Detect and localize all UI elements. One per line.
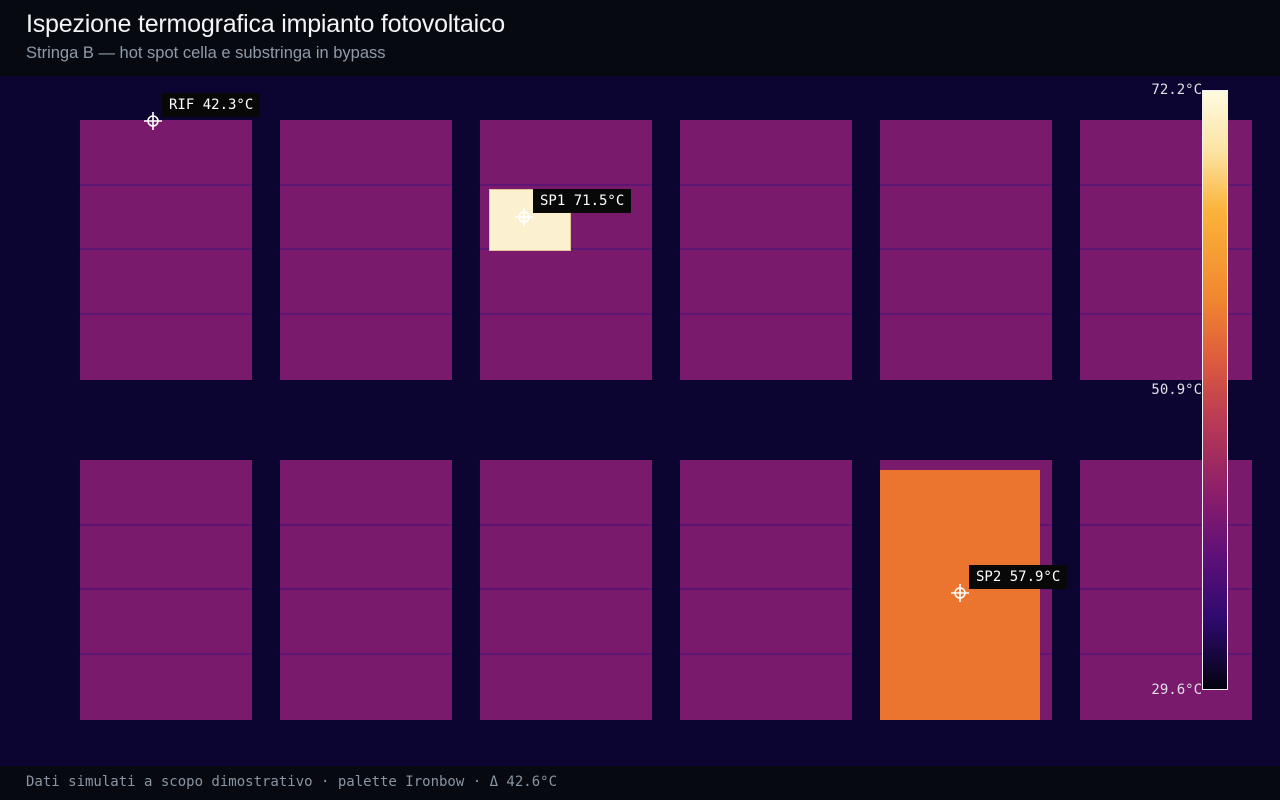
cell-row-divider [880,184,1052,186]
pv-panel [80,120,252,380]
pv-panel [480,120,652,380]
cell-row-divider [680,524,852,526]
cell-row-divider [80,184,252,186]
pv-panel [280,120,452,380]
pv-panel [880,120,1052,380]
cell-row-divider [480,313,652,315]
crosshair-icon [515,208,533,226]
crosshair-icon-rif[interactable] [144,112,162,130]
cell-row-divider [480,184,652,186]
cell-row-divider [280,184,452,186]
pv-panel [80,460,252,720]
cell-row-divider [680,588,852,590]
marker-label-rif: RIF 42.3°C [162,93,261,117]
cell-row-divider [880,248,1052,250]
pv-panel [680,120,852,380]
cell-row-divider [80,248,252,250]
crosshair-icon [144,112,162,130]
footer-note: Dati simulati a scopo dimostrativo · pal… [26,774,558,790]
cell-row-divider [80,524,252,526]
page-subtitle: Stringa B — hot spot cella e substringa … [26,44,386,62]
pv-panel [480,460,652,720]
cell-row-divider [680,313,852,315]
thermal-image: RIF 42.3°C SP1 71.5°C SP2 57.9°C 72.2°C … [0,76,1280,766]
marker-label-sp2: SP2 57.9°C [969,565,1068,589]
cell-row-divider [680,248,852,250]
cell-row-divider [280,524,452,526]
colorbar-min-label: 29.6°C [1151,682,1202,698]
pv-panel [680,460,852,720]
cell-row-divider [280,653,452,655]
cell-row-divider [880,313,1052,315]
cell-row-divider [80,588,252,590]
crosshair-icon-sp1[interactable] [515,208,533,226]
cell-row-divider [80,653,252,655]
colorbar-max-label: 72.2°C [1151,82,1202,98]
crosshair-icon [951,584,969,602]
pv-panel [280,460,452,720]
header: Ispezione termografica impianto fotovolt… [0,0,1280,76]
marker-label-sp1: SP1 71.5°C [533,189,632,213]
cell-row-divider [80,313,252,315]
cell-row-divider [280,588,452,590]
footer: Dati simulati a scopo dimostrativo · pal… [0,766,1280,800]
temperature-colorbar [1202,90,1228,690]
cell-row-divider [280,313,452,315]
cell-row-divider [480,653,652,655]
cell-row-divider [480,588,652,590]
cell-row-divider [480,524,652,526]
cell-row-divider [280,248,452,250]
page-title: Ispezione termografica impianto fotovolt… [26,10,505,38]
cell-row-divider [680,653,852,655]
crosshair-icon-sp2[interactable] [951,584,969,602]
colorbar-mid-label: 50.9°C [1151,382,1202,398]
cell-row-divider [680,184,852,186]
